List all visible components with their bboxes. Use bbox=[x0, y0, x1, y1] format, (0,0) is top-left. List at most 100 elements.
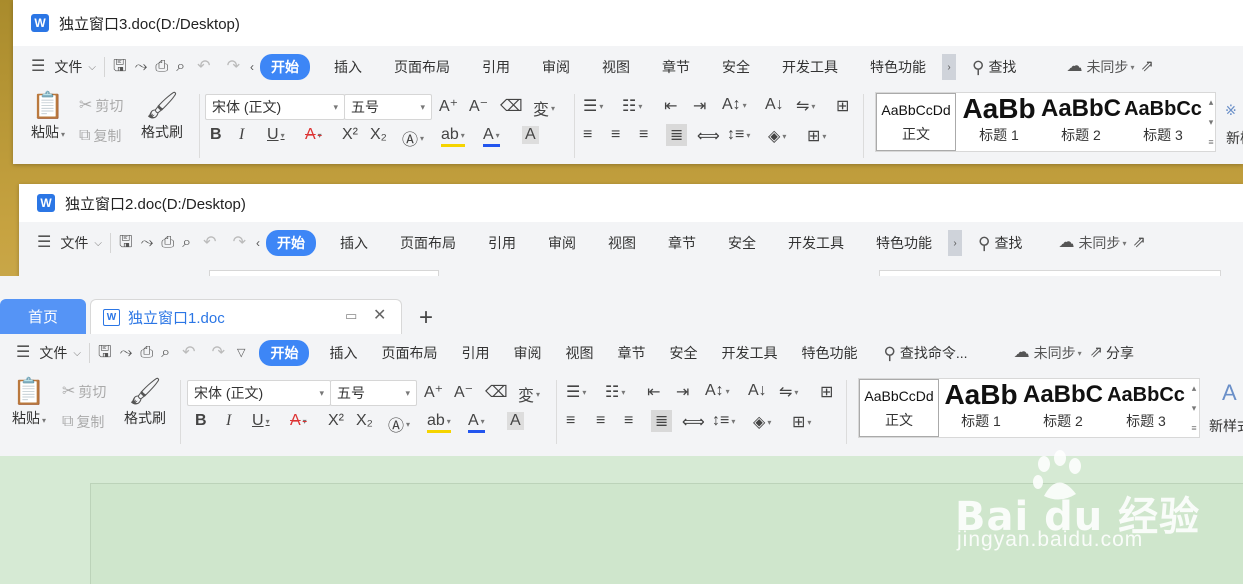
clear-format-icon[interactable]: ⌫ bbox=[485, 382, 508, 402]
search-command-button[interactable]: ⚲ 查找命令... bbox=[883, 343, 967, 363]
align-center-icon[interactable]: ≡ bbox=[596, 412, 605, 430]
share-link-icon[interactable]: ⤳ bbox=[120, 345, 133, 361]
tab-section[interactable]: 章节 bbox=[652, 233, 712, 253]
align-left-icon[interactable]: ≡ bbox=[583, 126, 592, 144]
shrink-font-icon[interactable]: A⁻ bbox=[454, 382, 473, 402]
align-right-icon[interactable]: ≡ bbox=[624, 412, 633, 430]
styles-scroll[interactable]: ▴ ▾ ≡ bbox=[1189, 379, 1199, 437]
increase-indent-icon[interactable]: ⇥ bbox=[693, 96, 706, 116]
style-normal[interactable]: AaBbCcDd 正文 bbox=[859, 379, 939, 437]
tab-start[interactable]: 开始 bbox=[259, 54, 310, 80]
tab-section[interactable]: 章节 bbox=[605, 343, 657, 363]
print-icon[interactable]: ⎙ bbox=[161, 235, 174, 251]
file-menu[interactable]: 文件 ⌵ bbox=[54, 57, 96, 77]
align-right-icon[interactable]: ≡ bbox=[639, 126, 648, 144]
sort-icon[interactable]: A↓ bbox=[765, 96, 784, 114]
print-icon[interactable]: ⎙ bbox=[140, 345, 153, 361]
print-icon[interactable]: ⎙ bbox=[155, 59, 168, 75]
undo-icon[interactable]: ↶ bbox=[182, 345, 195, 361]
tab-insert[interactable]: 插入 bbox=[318, 57, 378, 77]
underline-icon[interactable]: U ▾ bbox=[252, 412, 270, 430]
new-style-icon[interactable]: ※ bbox=[1225, 102, 1237, 119]
new-style-icon[interactable]: A bbox=[1222, 380, 1237, 406]
tab-security[interactable]: 安全 bbox=[706, 57, 766, 77]
strikethrough-icon[interactable]: A ▾ bbox=[290, 412, 307, 430]
quick-access-dropdown-icon[interactable]: ▽ bbox=[237, 347, 245, 359]
hamburger-menu-icon[interactable]: ☰ bbox=[16, 345, 30, 361]
tab-references[interactable]: 引用 bbox=[449, 343, 501, 363]
phonetic-guide-icon[interactable]: 変 ▾ bbox=[518, 382, 540, 406]
tab-security[interactable]: 安全 bbox=[712, 233, 772, 253]
redo-icon[interactable]: ↷ bbox=[227, 59, 240, 75]
paste-button[interactable]: 📋 粘贴 ▾ bbox=[12, 378, 46, 428]
line-spacing-icon[interactable]: ↕≡ ▾ bbox=[712, 412, 735, 430]
tab-start[interactable]: 开始 bbox=[259, 340, 310, 366]
cut-button[interactable]: ✂ 剪切 bbox=[62, 382, 106, 402]
bold-icon[interactable]: B bbox=[210, 126, 222, 144]
print-preview-icon[interactable]: ⌕ bbox=[176, 59, 185, 75]
copy-button[interactable]: ⧉ 复制 bbox=[62, 412, 104, 432]
format-painter-button[interactable]: 🖌 格式刷 bbox=[141, 92, 183, 142]
align-left-icon[interactable]: ≡ bbox=[566, 412, 575, 430]
file-menu[interactable]: 文件 ⌵ bbox=[60, 233, 102, 253]
text-direction-icon[interactable]: A↕ ▾ bbox=[705, 382, 730, 400]
tab-review[interactable]: 审阅 bbox=[526, 57, 586, 77]
search-button[interactable]: ⚲ 查找 bbox=[972, 57, 1016, 77]
redo-icon[interactable]: ↷ bbox=[212, 345, 225, 361]
save-icon[interactable]: 🖫 bbox=[98, 345, 112, 361]
tab-page-layout[interactable]: 页面布局 bbox=[384, 233, 472, 253]
font-size-select[interactable]: 五号 ▾ bbox=[330, 380, 417, 406]
tab-insert[interactable]: 插入 bbox=[317, 343, 369, 363]
share-icon[interactable]: ⇗ bbox=[1140, 59, 1153, 75]
style-heading-2[interactable]: AaBbC 标题 2 bbox=[1023, 379, 1103, 437]
decrease-indent-icon[interactable]: ⇤ bbox=[664, 96, 677, 116]
hamburger-menu-icon[interactable]: ☰ bbox=[37, 235, 51, 251]
bullet-list-icon[interactable]: ☰ ▾ bbox=[566, 382, 586, 402]
line-spacing-option-icon[interactable]: ⇋ ▾ bbox=[779, 382, 798, 402]
pin-window-icon[interactable]: ▭ bbox=[345, 309, 357, 322]
tab-review[interactable]: 审阅 bbox=[501, 343, 553, 363]
line-spacing-icon[interactable]: ↕≡ ▾ bbox=[727, 126, 750, 144]
redo-icon[interactable]: ↷ bbox=[233, 235, 246, 251]
char-shading-icon[interactable]: A bbox=[507, 412, 524, 430]
tab-dev-tools[interactable]: 开发工具 bbox=[766, 57, 854, 77]
tab-security[interactable]: 安全 bbox=[657, 343, 709, 363]
hamburger-menu-icon[interactable]: ☰ bbox=[31, 59, 45, 75]
more-quick-icon[interactable]: ‹ bbox=[250, 61, 254, 73]
decrease-indent-icon[interactable]: ⇤ bbox=[647, 382, 660, 402]
italic-icon[interactable]: I bbox=[239, 126, 244, 144]
highlight-icon[interactable]: ab ▾ bbox=[441, 126, 465, 147]
numbered-list-icon[interactable]: ☷ ▾ bbox=[605, 382, 625, 402]
text-effect-icon[interactable]: Ⓐ ▾ bbox=[388, 412, 410, 436]
tab-references[interactable]: 引用 bbox=[466, 57, 526, 77]
grow-font-icon[interactable]: A⁺ bbox=[439, 96, 458, 116]
tab-page-layout[interactable]: 页面布局 bbox=[378, 57, 466, 77]
borders-icon[interactable]: ⊞ ▾ bbox=[807, 126, 826, 146]
subscript-icon[interactable]: X₂ bbox=[370, 126, 387, 144]
share-link-icon[interactable]: ⤳ bbox=[135, 59, 148, 75]
print-preview-icon[interactable]: ⌕ bbox=[182, 235, 191, 251]
tab-section[interactable]: 章节 bbox=[646, 57, 706, 77]
show-hide-icon[interactable]: ⊞ bbox=[820, 382, 833, 402]
tab-special[interactable]: 特色功能 bbox=[854, 57, 942, 77]
sync-status[interactable]: ☁ 未同步 ▾ bbox=[1014, 343, 1082, 363]
sort-icon[interactable]: A↓ bbox=[748, 382, 767, 400]
sync-status[interactable]: ☁ 未同步 ▾ bbox=[1066, 57, 1134, 77]
italic-icon[interactable]: I bbox=[226, 412, 231, 430]
subscript-icon[interactable]: X₂ bbox=[356, 412, 373, 430]
distribute-icon[interactable]: ⟺ bbox=[682, 412, 705, 432]
style-heading-2[interactable]: AaBbC 标题 2 bbox=[1040, 93, 1122, 151]
justify-icon[interactable]: ≣ bbox=[666, 124, 688, 146]
font-name-select[interactable]: 宋体 (正文) ▾ bbox=[187, 380, 331, 406]
paste-button[interactable]: 📋 粘贴 ▾ bbox=[31, 92, 65, 142]
undo-icon[interactable]: ↶ bbox=[197, 59, 210, 75]
undo-icon[interactable]: ↶ bbox=[203, 235, 216, 251]
align-center-icon[interactable]: ≡ bbox=[611, 126, 620, 144]
borders-icon[interactable]: ⊞ ▾ bbox=[792, 412, 811, 432]
styles-scroll[interactable]: ▴ ▾ ≡ bbox=[1206, 93, 1216, 151]
save-icon[interactable]: 🖫 bbox=[113, 59, 127, 75]
highlight-icon[interactable]: ab ▾ bbox=[427, 412, 451, 433]
file-menu[interactable]: 文件 ⌵ bbox=[39, 343, 81, 363]
increase-indent-icon[interactable]: ⇥ bbox=[676, 382, 689, 402]
underline-icon[interactable]: U ▾ bbox=[267, 126, 285, 144]
